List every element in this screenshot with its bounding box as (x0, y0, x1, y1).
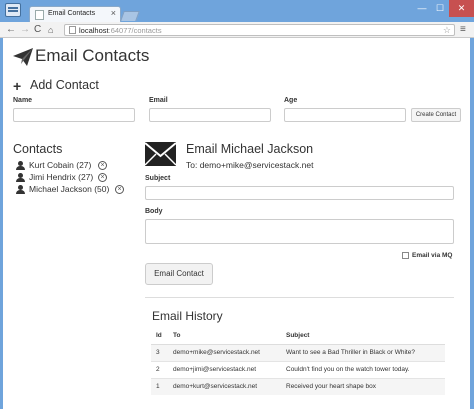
create-contact-button[interactable]: Create Contact (411, 108, 461, 122)
subject-label: Subject (145, 175, 171, 182)
browser-toolbar: ← → C ⌂ localhost:64077/contacts ☆ ≡ (0, 22, 474, 38)
remove-contact-icon[interactable]: × (115, 185, 124, 194)
browser-tab[interactable]: Email Contacts × (29, 6, 121, 23)
browser-app-menu-icon[interactable] (5, 3, 21, 17)
email-label: Email (149, 97, 168, 104)
page-title-text: Email Contacts (35, 46, 150, 65)
column-header-to: To (168, 327, 281, 345)
body-label: Body (145, 208, 163, 215)
email-contact-button[interactable]: Email Contact (145, 263, 213, 285)
address-url-host: localhost (79, 26, 109, 35)
user-icon (16, 173, 25, 183)
name-label: Name (13, 97, 33, 104)
age-label: Age (284, 97, 298, 104)
email-via-mq-checkbox[interactable] (402, 252, 409, 259)
column-header-subject: Subject (281, 327, 445, 345)
table-header-row: Id To Subject (151, 327, 445, 345)
cell-id: 2 (151, 360, 168, 378)
browser-titlebar: Email Contacts × — ☐ ✕ (0, 0, 474, 23)
cell-to: demo+mike@servicestack.net (168, 343, 281, 361)
user-icon (16, 161, 25, 171)
email-history-heading: Email History (152, 309, 223, 323)
tab-page-icon (35, 10, 44, 20)
email-to-line: To: demo+mike@servicestack.net (186, 160, 314, 170)
add-contact-heading-text: Add Contact (30, 78, 99, 92)
email-contact-heading: Email Michael Jackson (186, 142, 314, 156)
paper-plane-icon (13, 48, 33, 66)
cell-id: 1 (151, 377, 168, 395)
cell-to: demo+kurt@servicestack.net (168, 377, 281, 395)
forward-icon[interactable]: → (20, 23, 30, 37)
cell-to: demo+jimi@servicestack.net (168, 360, 281, 378)
contact-name[interactable]: Jimi Hendrix (27) (29, 172, 93, 182)
remove-contact-icon[interactable]: × (98, 161, 107, 170)
table-row: 3 demo+mike@servicestack.net Want to see… (151, 343, 445, 361)
section-divider (145, 297, 454, 298)
cell-subject: Want to see a Bad Thriller in Black or W… (281, 343, 445, 361)
remove-contact-icon[interactable]: × (98, 173, 107, 182)
contacts-heading: Contacts (13, 142, 63, 156)
subject-input[interactable] (145, 186, 454, 200)
body-textarea[interactable] (145, 219, 454, 244)
plus-icon: + (13, 78, 22, 94)
address-bar[interactable]: localhost:64077/contacts ☆ (64, 24, 455, 36)
column-header-id: Id (151, 327, 168, 345)
tab-close-icon[interactable]: × (111, 8, 116, 18)
home-icon[interactable]: ⌂ (48, 23, 53, 37)
email-history-table: Id To Subject 3 demo+mike@servicestack.n… (151, 327, 445, 395)
email-input[interactable] (149, 108, 271, 122)
table-row: 2 demo+jimi@servicestack.net Couldn't fi… (151, 360, 445, 378)
email-via-mq-label[interactable]: Email via MQ (412, 252, 452, 259)
window-maximize-button[interactable]: ☐ (431, 0, 449, 17)
user-icon (16, 185, 25, 195)
address-url: localhost:64077/contacts (79, 25, 162, 36)
browser-menu-icon[interactable]: ≡ (460, 25, 466, 35)
window-close-button[interactable]: ✕ (449, 0, 474, 17)
envelope-icon (145, 142, 176, 166)
contact-name[interactable]: Kurt Cobain (27) (29, 160, 91, 170)
cell-id: 3 (151, 343, 168, 361)
table-row: 1 demo+kurt@servicestack.net Received yo… (151, 377, 445, 395)
new-tab-button[interactable] (120, 11, 140, 21)
window-minimize-button[interactable]: — (413, 0, 431, 17)
page-icon (69, 26, 76, 34)
age-input[interactable] (284, 108, 406, 122)
cell-subject: Couldn't find you on the watch tower tod… (281, 360, 445, 378)
page-content: Email Contacts + Add Contact Name Email … (3, 39, 470, 409)
back-icon[interactable]: ← (6, 23, 16, 37)
reload-icon[interactable]: C (34, 23, 41, 37)
name-input[interactable] (13, 108, 135, 122)
window-frame-right (470, 38, 474, 409)
tab-title: Email Contacts (48, 10, 96, 17)
cell-subject: Received your heart shape box (281, 377, 445, 395)
bookmark-star-icon[interactable]: ☆ (443, 25, 451, 36)
contact-name[interactable]: Michael Jackson (50) (29, 184, 109, 194)
address-url-path: :64077/contacts (108, 26, 162, 35)
